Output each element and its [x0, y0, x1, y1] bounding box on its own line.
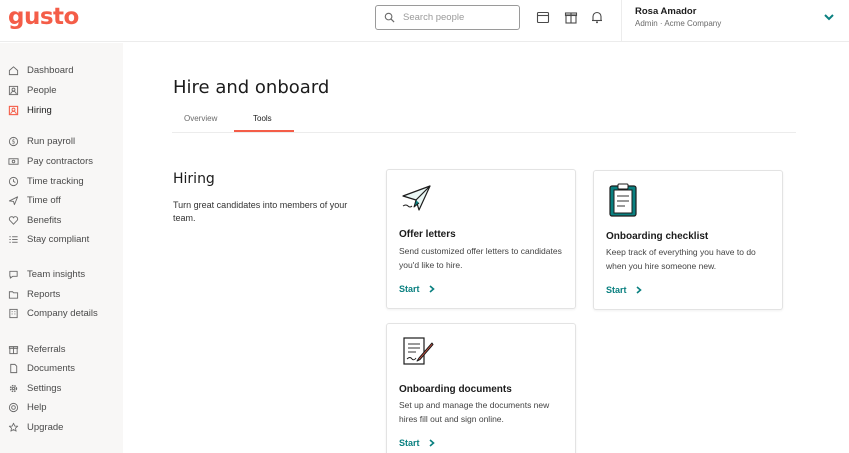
user-name[interactable]: Rosa Amador	[635, 6, 696, 17]
sidebar-item-help[interactable]: Help	[8, 400, 47, 414]
sidebar-item-run-payroll[interactable]: $ Run payroll	[8, 134, 75, 148]
calendar-icon[interactable]	[536, 10, 550, 24]
onboarding-documents-card[interactable]: Onboarding documents Set up and manage t…	[386, 323, 576, 453]
chevron-down-icon[interactable]	[823, 12, 835, 22]
help-icon	[8, 402, 19, 412]
card-description: Keep track of everything you have to do …	[606, 247, 756, 271]
bell-icon[interactable]	[590, 10, 604, 24]
sidebar-item-team-insights[interactable]: Team insights	[8, 267, 85, 281]
hiring-icon	[8, 105, 19, 115]
section-title: Hiring	[173, 171, 215, 187]
dollar-icon: $	[8, 136, 19, 146]
chevron-right-icon	[428, 285, 435, 293]
sidebar-item-documents[interactable]: Documents	[8, 361, 75, 375]
gift-icon	[8, 345, 19, 354]
sidebar-item-time-tracking[interactable]: Time tracking	[8, 174, 84, 188]
sidebar-item-benefits[interactable]: Benefits	[8, 213, 61, 227]
offer-letters-start-link[interactable]: Start	[399, 284, 435, 294]
document-icon	[10, 363, 18, 373]
start-label: Start	[606, 285, 627, 295]
sidebar-item-pay-contractors[interactable]: Pay contractors	[8, 154, 93, 168]
sidebar-item-label: Dashboard	[27, 64, 74, 76]
card-description: Set up and manage the documents new hire…	[399, 400, 550, 424]
chevron-right-icon	[428, 439, 435, 447]
sidebar-item-label: Documents	[27, 362, 76, 374]
sidebar-item-label: Run payroll	[27, 135, 76, 147]
sidebar-item-label: Time tracking	[27, 175, 84, 187]
sidebar-item-label: Pay contractors	[27, 155, 93, 167]
sidebar-item-label: Team insights	[27, 268, 86, 280]
chevron-right-icon	[635, 286, 642, 294]
sidebar-item-label: Company details	[27, 307, 98, 319]
card-description: Send customized offer letters to candida…	[399, 246, 562, 270]
home-icon	[8, 65, 19, 75]
header-divider	[621, 0, 622, 42]
gear-icon	[9, 384, 18, 392]
sidebar-item-label: Reports	[27, 288, 61, 300]
sidebar-item-upgrade[interactable]: Upgrade	[8, 420, 63, 434]
sidebar-item-referrals[interactable]: Referrals	[8, 342, 66, 356]
search-input[interactable]	[403, 12, 513, 23]
tab-tools[interactable]: Tools	[253, 114, 272, 123]
sidebar-item-company-details[interactable]: Company details	[8, 306, 98, 320]
heart-icon	[8, 215, 19, 225]
people-icon	[8, 85, 19, 95]
tab-overview[interactable]: Overview	[184, 114, 217, 123]
sidebar-item-label: Upgrade	[27, 421, 64, 433]
sidebar-item-reports[interactable]: Reports	[8, 287, 60, 301]
card-title: Offer letters	[399, 229, 456, 240]
gusto-logo[interactable]: gusto	[8, 4, 79, 30]
card-title: Onboarding documents	[399, 384, 512, 395]
money-icon	[8, 157, 19, 165]
sidebar-item-label: People	[27, 84, 57, 96]
paper-plane-icon	[402, 185, 431, 211]
offer-letters-card[interactable]: Offer letters Send customized offer lett…	[386, 169, 576, 309]
sidebar-item-time-off[interactable]: Time off	[8, 193, 61, 207]
onboarding-checklist-start-link[interactable]: Start	[606, 285, 642, 295]
star-icon	[8, 422, 19, 432]
start-label: Start	[399, 284, 420, 294]
sidebar-item-stay-compliant[interactable]: Stay compliant	[8, 232, 89, 246]
list-icon	[9, 235, 18, 243]
start-label: Start	[399, 438, 420, 448]
sidebar-item-label: Time off	[27, 194, 61, 206]
clock-icon	[8, 176, 19, 186]
search-icon	[384, 12, 395, 23]
search-box[interactable]	[375, 5, 520, 30]
tabs-divider	[172, 132, 796, 133]
folder-icon	[8, 290, 19, 299]
building-icon	[9, 308, 18, 318]
sidebar-item-label: Stay compliant	[27, 233, 90, 245]
chat-icon	[9, 270, 18, 279]
sidebar-item-settings[interactable]: Settings	[8, 381, 61, 395]
sidebar-item-people[interactable]: People	[8, 83, 57, 97]
onboarding-checklist-card[interactable]: Onboarding checklist Keep track of every…	[593, 170, 783, 310]
sidebar-item-label: Settings	[27, 382, 62, 394]
onboarding-documents-start-link[interactable]: Start	[399, 438, 435, 448]
section-description: Turn great candidates into members of yo…	[173, 200, 348, 223]
sidebar-item-label: Help	[27, 401, 47, 413]
gift-icon[interactable]	[564, 10, 578, 24]
svg-text:$: $	[12, 138, 16, 145]
user-role: Admin · Acme Company	[635, 19, 722, 28]
top-header: gusto Rosa Amador Admin · Acme Company	[0, 0, 849, 42]
signed-document-icon	[403, 337, 434, 365]
sidebar-item-dashboard[interactable]: Dashboard	[8, 63, 73, 77]
active-tab-indicator	[234, 130, 294, 132]
sidebar-item-hiring[interactable]: Hiring	[8, 103, 52, 117]
plane-icon	[8, 195, 19, 205]
sidebar-item-label: Referrals	[27, 343, 66, 355]
sidebar-item-label: Benefits	[27, 214, 62, 226]
card-title: Onboarding checklist	[606, 231, 709, 242]
sidebar-item-label: Hiring	[27, 104, 52, 116]
clipboard-icon	[609, 183, 637, 217]
page-title: Hire and onboard	[173, 77, 330, 98]
